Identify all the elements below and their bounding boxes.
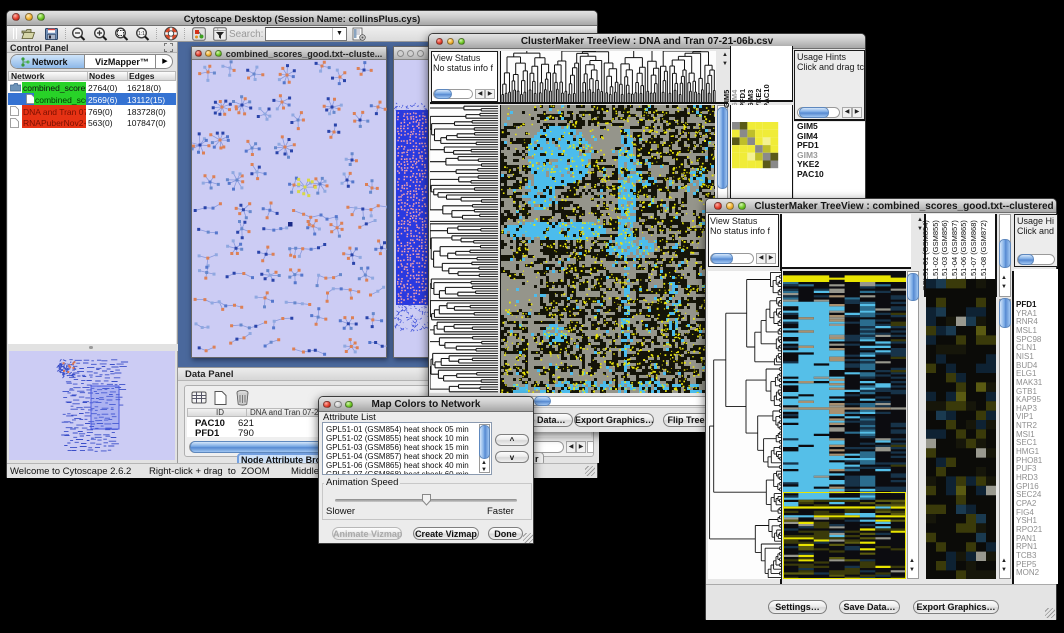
svg-text:1:1: 1:1 — [138, 31, 145, 37]
